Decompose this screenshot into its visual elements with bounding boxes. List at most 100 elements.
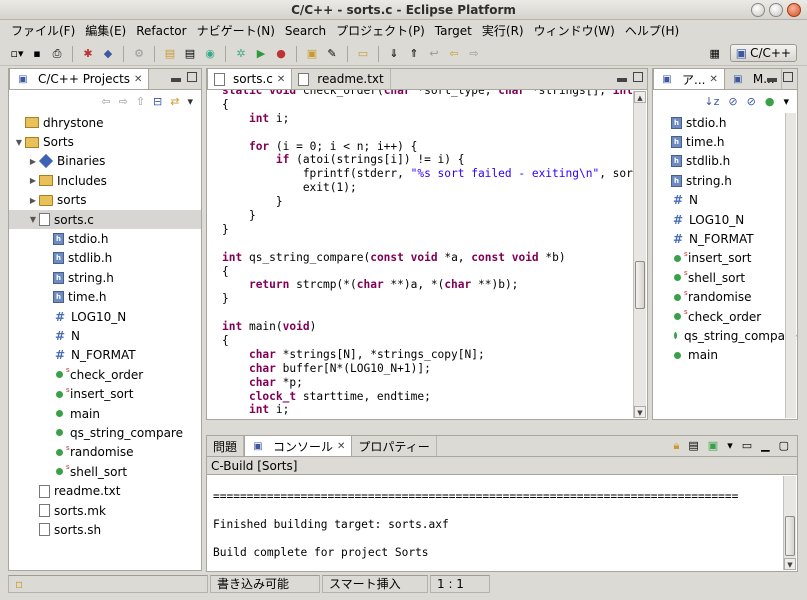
- collapse-all-icon[interactable]: ⊟: [153, 95, 162, 108]
- console-scrollbar[interactable]: ▼: [783, 476, 796, 570]
- search-icon[interactable]: ✎: [323, 45, 341, 63]
- tree-item[interactable]: ▼ Sorts: [9, 132, 201, 151]
- last-edit-icon[interactable]: ↩: [425, 45, 443, 63]
- outline-item[interactable]: # LOG10_N: [671, 210, 797, 229]
- outline-item[interactable]: # N_FORMAT: [671, 229, 797, 248]
- tree-item[interactable]: main: [9, 404, 201, 423]
- tree-item[interactable]: ▶ Includes: [9, 171, 201, 190]
- outline-item[interactable]: check_order: [671, 307, 797, 326]
- close-icon[interactable]: ✕: [134, 74, 142, 85]
- menu-item[interactable]: 編集(E): [80, 20, 131, 42]
- new-icon[interactable]: ▫▾: [8, 45, 26, 63]
- target-icon[interactable]: ◆: [99, 45, 117, 63]
- menu-item[interactable]: ヘルプ(H): [620, 20, 684, 42]
- new-class-icon[interactable]: ◉: [201, 45, 219, 63]
- outline-item[interactable]: h time.h: [671, 132, 797, 151]
- scroll-down-icon[interactable]: ▼: [634, 406, 646, 418]
- print-icon[interactable]: ⎙: [48, 45, 66, 63]
- maximize-icon[interactable]: ▢: [779, 439, 789, 453]
- expand-toggle-icon[interactable]: ▼: [27, 215, 39, 224]
- tree-item[interactable]: ▼ sorts.c: [9, 209, 201, 230]
- open-perspective-icon[interactable]: ▦: [706, 44, 724, 62]
- debug-icon[interactable]: ✲: [232, 45, 250, 63]
- close-icon[interactable]: ✕: [277, 74, 285, 85]
- expand-toggle-icon[interactable]: ▼: [13, 138, 25, 147]
- tree-item[interactable]: shell_sort: [9, 462, 201, 481]
- tree-item[interactable]: randomise: [9, 443, 201, 462]
- minimize-icon[interactable]: ▁: [761, 439, 769, 453]
- back-icon[interactable]: ⇦: [445, 45, 463, 63]
- outline-item[interactable]: randomise: [671, 288, 797, 307]
- outline-item[interactable]: h string.h: [671, 171, 797, 190]
- outline-item[interactable]: main: [671, 346, 797, 365]
- forward-icon[interactable]: ⇨: [465, 45, 483, 63]
- tab-cpp-projects[interactable]: ▣ C/C++ Projects ✕: [9, 68, 150, 89]
- console-scroll-thumb[interactable]: [785, 516, 795, 556]
- scroll-down-icon[interactable]: ▼: [784, 558, 796, 570]
- scroll-up-icon[interactable]: ▲: [634, 91, 646, 103]
- tree-item[interactable]: ▶ Binaries: [9, 152, 201, 171]
- perspective-c-button[interactable]: ▣ C/C++: [729, 44, 797, 62]
- save-icon[interactable]: ▪: [28, 45, 46, 63]
- view-menu-icon[interactable]: ▾: [783, 95, 789, 108]
- tree-item[interactable]: sorts.mk: [9, 501, 201, 520]
- editor-tab[interactable]: readme.txt: [292, 69, 391, 89]
- new-project-icon[interactable]: ▤: [161, 45, 179, 63]
- link-with-editor-icon[interactable]: ⇄: [170, 95, 179, 108]
- hide-nonpublic-icon[interactable]: ●: [765, 95, 775, 108]
- tree-item[interactable]: # LOG10_N: [9, 307, 201, 326]
- settings-icon[interactable]: ⚙: [130, 45, 148, 63]
- hide-fields-icon[interactable]: ⊘: [728, 95, 737, 108]
- minimize-icon[interactable]: [767, 78, 777, 82]
- tree-item[interactable]: insert_sort: [9, 384, 201, 403]
- maximize-icon[interactable]: [633, 72, 643, 82]
- maximize-window-button[interactable]: [769, 3, 783, 17]
- view-menu-icon[interactable]: ▾: [187, 95, 193, 108]
- clear-console-icon[interactable]: ▤: [688, 439, 698, 453]
- outline-item[interactable]: shell_sort: [671, 268, 797, 287]
- back-icon[interactable]: ⇦: [101, 95, 110, 108]
- outline-tab[interactable]: ▣ ア... ✕: [653, 68, 725, 89]
- next-annotation-icon[interactable]: ⇓: [385, 45, 403, 63]
- run-icon[interactable]: ▶: [252, 45, 270, 63]
- tree-item[interactable]: h stdio.h: [9, 229, 201, 248]
- minimize-icon[interactable]: [171, 78, 181, 82]
- tree-item[interactable]: readme.txt: [9, 481, 201, 500]
- bottom-tab[interactable]: 問題: [207, 436, 245, 456]
- tree-item[interactable]: qs_string_compare: [9, 423, 201, 442]
- open-type-icon[interactable]: ▣: [303, 45, 321, 63]
- close-icon[interactable]: ✕: [709, 74, 717, 85]
- new-file-icon[interactable]: ▤: [181, 45, 199, 63]
- tree-item[interactable]: # N_FORMAT: [9, 346, 201, 365]
- expand-toggle-icon[interactable]: ▶: [27, 157, 39, 166]
- code-editor[interactable]: static void check_order(char *sort_type,…: [208, 90, 633, 418]
- hide-static-icon[interactable]: ⊘: [747, 95, 756, 108]
- tree-item[interactable]: check_order: [9, 365, 201, 384]
- tree-item[interactable]: ▶ sorts: [9, 191, 201, 210]
- expand-toggle-icon[interactable]: ▶: [27, 196, 39, 205]
- menu-item[interactable]: Search: [280, 20, 331, 42]
- outline-item[interactable]: # N: [671, 191, 797, 210]
- expand-toggle-icon[interactable]: ▶: [27, 176, 39, 185]
- editor-scroll-thumb[interactable]: [635, 261, 645, 309]
- outline-item[interactable]: h stdlib.h: [671, 152, 797, 171]
- forward-icon[interactable]: ⇨: [119, 95, 128, 108]
- maximize-icon[interactable]: [783, 72, 793, 82]
- open-console-icon[interactable]: ▭: [742, 439, 752, 453]
- outline-item[interactable]: h stdio.h: [671, 113, 797, 132]
- up-icon[interactable]: ⇧: [136, 95, 145, 108]
- tree-item[interactable]: h string.h: [9, 268, 201, 287]
- maximize-icon[interactable]: [187, 72, 197, 82]
- menu-item[interactable]: Target: [430, 20, 477, 42]
- editor-tab[interactable]: sorts.c ✕: [207, 68, 293, 89]
- close-icon[interactable]: ✕: [337, 441, 345, 452]
- previous-annotation-icon[interactable]: ⇑: [405, 45, 423, 63]
- menu-item[interactable]: Refactor: [131, 20, 191, 42]
- minimize-icon[interactable]: [617, 78, 627, 82]
- menu-item[interactable]: ファイル(F): [6, 20, 80, 42]
- pin-icon[interactable]: ▣: [708, 439, 718, 453]
- minimize-window-button[interactable]: [751, 3, 765, 17]
- tree-item[interactable]: h stdlib.h: [9, 249, 201, 268]
- tree-item[interactable]: h time.h: [9, 288, 201, 307]
- menu-item[interactable]: ウィンドウ(W): [529, 20, 620, 42]
